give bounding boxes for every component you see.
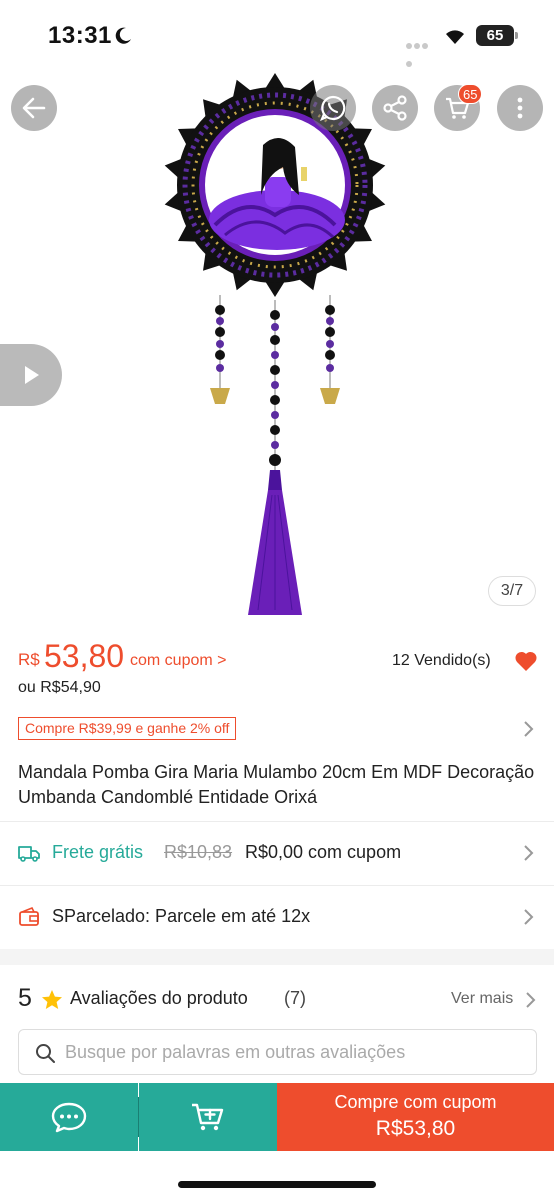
product-image-gallery[interactable]: 65 3/7 [0,70,554,620]
bottom-action-bar: Compre com cupom R$53,80 [0,1083,554,1151]
add-to-cart-button[interactable] [139,1083,277,1151]
back-button[interactable] [11,85,57,131]
price-value: 53,80 [44,638,125,674]
reviews-search-box[interactable] [18,1029,537,1075]
product-title: Mandala Pomba Gira Maria Mulambo 20cm Em… [18,762,535,807]
buy-button-price: R$53,80 [375,1117,456,1140]
price-row: R$ 53,80 com cupom > 12 Vendido(s) [18,638,538,678]
reviews-count: (7) [284,988,306,1008]
play-video-button[interactable] [0,344,62,406]
see-more-link[interactable]: Ver mais [451,990,513,1008]
chat-icon [51,1102,87,1133]
moon-icon [115,27,131,44]
share-icon [383,95,407,121]
signal-icon [406,36,436,67]
product-image [164,73,386,615]
chevron-right-icon [524,845,534,861]
battery-tip [515,32,518,39]
alternative-price: ou R$54,90 [18,679,101,696]
reviews-search-input[interactable] [65,1036,525,1068]
installments-label: SParcelado: Parcele em até 12x [52,906,311,926]
add-to-cart-icon [192,1103,224,1131]
section-divider [0,949,554,965]
star-icon [42,990,62,1009]
status-bar: 13:31 65 [0,0,554,70]
heart-icon[interactable] [514,650,538,672]
buy-button-label: Compre com cupom [334,1092,497,1112]
chevron-right-icon[interactable] [522,720,534,738]
share-button[interactable] [372,85,418,131]
promo-tag[interactable]: Compre R$39,99 e ganhe 2% off [18,717,237,740]
wifi-icon [446,30,464,44]
shipping-new-price: R$0,00 com cupom [245,842,402,862]
reviews-title: Avaliações do produto [70,988,248,1008]
battery-indicator: 65 [476,25,514,46]
home-indicator[interactable] [178,1181,376,1188]
product-page: 13:31 65 65 3/7 R$ 53,80 com cupom > 12 … [0,0,554,1199]
image-page-indicator: 3/7 [488,576,536,606]
chat-button[interactable] [0,1083,138,1151]
rating-value: 5 [18,984,32,1012]
play-icon [25,366,39,384]
installments-row[interactable]: SParcelado: Parcele em até 12x [0,886,554,948]
sold-count: 12 Vendido(s) [392,652,491,669]
search-icon [36,1044,55,1063]
cart-count-badge: 65 [458,84,483,104]
status-time: 13:31 [48,22,112,49]
truck-icon [18,846,40,862]
back-arrow-icon [22,97,46,119]
shipping-row[interactable]: Frete grátis R$10,83 R$0,00 com cupom [0,822,554,884]
coupon-link[interactable]: com cupom > [130,652,226,670]
price-currency: R$ [18,650,40,669]
chevron-right-icon[interactable] [524,991,536,1009]
chevron-right-icon [524,909,534,925]
shipping-old-price: R$10,83 [164,842,233,862]
free-shipping-label: Frete grátis [52,842,144,862]
whatsapp-icon [320,95,346,121]
whatsapp-button[interactable] [310,85,356,131]
buy-with-coupon-button[interactable]: Compre com cupom R$53,80 [277,1083,554,1151]
more-icon [517,97,523,119]
wallet-icon [19,906,39,926]
more-options-button[interactable] [497,85,543,131]
